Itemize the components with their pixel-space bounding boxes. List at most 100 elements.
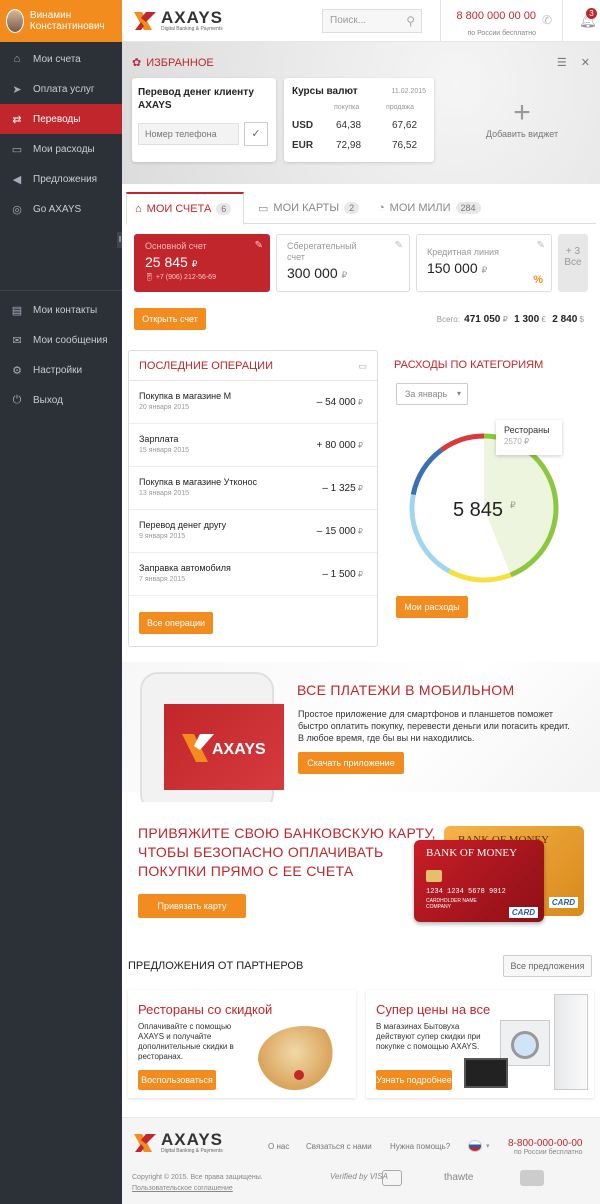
miles-icon: ◔	[378, 202, 385, 214]
sidebar-item[interactable]: ▤ Мои контакты	[0, 295, 122, 325]
total-eur: 1 300	[514, 314, 540, 325]
tv-image	[464, 1058, 508, 1088]
operation-row[interactable]: Перевод денег другу 9 января 2015– 15 000…	[129, 510, 377, 553]
accounts-total: Всего: 471 050 ₽ 1 300 € 2 840 $	[437, 314, 584, 325]
account-currency: ₽	[341, 270, 348, 280]
user-name: Винамин Константинович	[29, 10, 105, 32]
donut-segment[interactable]	[440, 433, 485, 452]
tab-miles[interactable]: ◔ МОИ МИЛИ 284	[370, 192, 500, 224]
footer-link-help[interactable]: Нужна помощь?	[390, 1142, 450, 1151]
footer-link-contact[interactable]: Связаться с нами	[306, 1142, 372, 1151]
more-accounts-button[interactable]: + 3 Все	[558, 234, 588, 292]
tab-cards[interactable]: ▭ МОИ КАРТЫ 2	[250, 192, 366, 224]
donut-segment[interactable]	[410, 447, 444, 496]
sidebar-item[interactable]: ◎ Go AXAYS	[0, 194, 122, 224]
chevron-down-icon[interactable]: ▾	[486, 1142, 490, 1150]
operation-amount-value: + 80 000	[316, 440, 356, 451]
operation-row[interactable]: Покупка в магазине М 20 января 2015– 54 0…	[129, 381, 377, 424]
footer-phone-number: 8-800-000-00-00	[508, 1138, 583, 1149]
favorites-title-text: ИЗБРАННОЕ	[146, 56, 214, 69]
sidebar-item-label: Мои контакты	[33, 304, 98, 316]
sidebar-item-label: Мои расходы	[33, 143, 95, 155]
avatar[interactable]	[6, 9, 24, 33]
tooltip-category: Рестораны	[504, 425, 550, 435]
operation-row[interactable]: Зарплата 15 января 2015 + 80 000 ₽	[129, 424, 377, 467]
sidebar-item[interactable]: ⌂ Мои счета	[0, 44, 122, 74]
offer-text: В магазинах Бытовуха действуют супер ски…	[376, 1022, 481, 1051]
footer-link-about[interactable]: О нас	[268, 1142, 289, 1151]
washer-door-icon	[511, 1031, 539, 1059]
period-select-value: За январь	[405, 389, 448, 399]
offer-details-button[interactable]: Узнать подробнее	[376, 1070, 452, 1090]
period-select[interactable]: За январь ▾	[396, 383, 468, 405]
insurance-seal-icon	[382, 1170, 402, 1186]
sidebar-item[interactable]: ✉ Мои сообщения	[0, 325, 122, 355]
card-number: 1234 1234 5678 9012	[426, 888, 506, 896]
add-widget-button[interactable]: + Добавить виджет	[472, 97, 572, 140]
sidebar-item[interactable]: ⏻ Выход	[0, 385, 122, 415]
footer-phone-note: по России бесплатно	[513, 1149, 583, 1156]
operation-row[interactable]: Покупка в магазине Утконос 13 января 2015…	[129, 467, 377, 510]
sidebar-item[interactable]: ◀ Предложения	[0, 164, 122, 194]
offer-use-button[interactable]: Воспользоваться	[138, 1070, 216, 1090]
language-flag-icon[interactable]	[468, 1140, 482, 1152]
confirm-check-button[interactable]: ✓	[244, 122, 268, 146]
logo-mark-icon	[134, 11, 156, 30]
copyright-text: Copyright © 2015. Все права защищены.	[132, 1174, 263, 1181]
close-icon[interactable]: ✕	[581, 56, 590, 69]
settings-sliders-icon[interactable]: ☰	[557, 56, 567, 69]
transfer-widget: Перевод денег клиенту AXAYS ✓	[132, 78, 276, 162]
search-input[interactable]: Поиск... ⚲	[322, 9, 422, 33]
phone-number-input[interactable]	[138, 123, 239, 145]
logo[interactable]: AXAYS Digital Banking & Payments	[122, 9, 223, 32]
edit-pencil-icon[interactable]: ✎	[537, 240, 545, 251]
operation-amount-value: – 54 000	[316, 397, 356, 408]
donut-segment[interactable]	[448, 568, 512, 583]
gift-icon: ✿	[132, 57, 142, 69]
card-brand: CARD	[508, 907, 538, 918]
partner-offer-card[interactable]: Супер цены на все В магазинах Бытовуха д…	[366, 990, 594, 1098]
sidebar-item[interactable]: ⚙ Настройки	[0, 355, 122, 385]
account-card-main[interactable]: Основной счет 25 845 ₽ 📱︎ +7 (906) 212-5…	[134, 234, 270, 292]
my-expenses-button[interactable]: Мои расходы	[396, 596, 468, 618]
operation-row[interactable]: Заправка автомобиля 7 января 2015– 1 500 …	[129, 553, 377, 596]
open-account-button[interactable]: Открыть счет	[134, 308, 206, 330]
operation-amount: – 54 000 ₽	[317, 397, 363, 408]
edit-pencil-icon[interactable]: ✎	[255, 240, 263, 251]
bind-card-button[interactable]: Привязать карту	[138, 894, 246, 918]
edit-pencil-icon[interactable]: ✎	[395, 240, 403, 251]
user-agreement-link[interactable]: Пользовательское соглашение	[132, 1183, 263, 1194]
divider	[440, 0, 441, 42]
support-phone[interactable]: 8 800 000 00 00 по России бесплатно	[454, 10, 536, 40]
footer-phone[interactable]: 8-800-000-00-00 по России бесплатно	[508, 1138, 583, 1156]
account-value: 25 845	[145, 254, 188, 270]
sidebar-item[interactable]: ➤ Оплата услуг	[0, 74, 122, 104]
operation-amount-value: – 1 500	[322, 569, 356, 580]
sidebar-item-label: Выход	[33, 394, 63, 406]
sidebar-item[interactable]: ▭ Мои расходы	[0, 134, 122, 164]
thawte-logo: thawte	[444, 1172, 474, 1183]
account-balance: 300 000 ₽	[287, 265, 399, 281]
card-promo-title-line: ПРИВЯЖИТЕ СВОЮ БАНКОВСКУЮ КАРТУ,	[138, 825, 436, 841]
wallet-icon: ▭	[11, 143, 23, 156]
account-card-savings[interactable]: Сберегательный счет 300 000 ₽ ✎	[276, 234, 410, 292]
donut-segment[interactable]	[409, 494, 451, 574]
all-offers-button[interactable]: Все предложения	[503, 955, 592, 977]
chevron-down-icon: ▾	[456, 389, 461, 398]
sidebar-item[interactable]: ⇄ Переводы	[0, 104, 122, 134]
footer-logo[interactable]: AXAYS Digital Banking & Payments	[122, 1131, 223, 1154]
operations-header: ПОСЛЕДНИЕ ОПЕРАЦИИ ▭	[129, 351, 377, 381]
partner-offer-card[interactable]: Рестораны со скидкой Оплачивайте с помощ…	[128, 990, 356, 1098]
transfer-widget-title: Перевод денег клиенту AXAYS	[138, 87, 254, 111]
account-card-credit[interactable]: Кредитная линия 150 000 ₽ ✎ %	[416, 234, 552, 292]
download-app-button[interactable]: Скачать приложение	[298, 752, 404, 774]
user-profile[interactable]: Винамин Константинович	[0, 0, 122, 42]
search-icon[interactable]: ⚲	[406, 14, 415, 28]
security-seal-icon	[520, 1170, 544, 1186]
tab-count: 2	[344, 202, 360, 214]
tab-accounts[interactable]: ⌂ МОИ СЧЕТА 6	[126, 192, 244, 225]
logo-subtitle: Digital Banking & Payments	[161, 25, 223, 32]
wallet-icon[interactable]: ▭	[358, 361, 367, 372]
all-operations-button[interactable]: Все операции	[139, 612, 213, 634]
sidebar-divider	[0, 290, 122, 291]
